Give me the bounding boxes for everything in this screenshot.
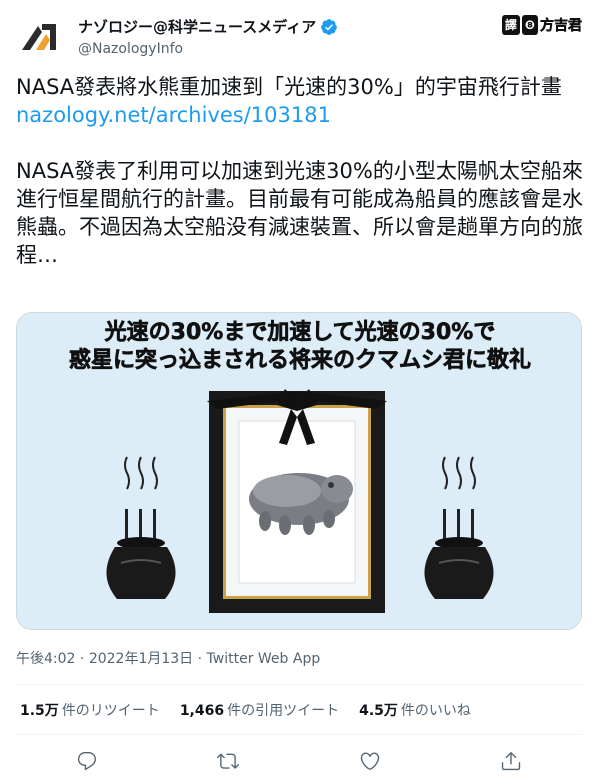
tweet-meta: 午後4:02 · 2022年1月13日 · Twitter Web App (16, 648, 320, 668)
tweet-source[interactable]: Twitter Web App (207, 651, 321, 667)
tweet-stats: 1.5万 件のリツイート 1,466 件の引用ツイート 4.5万 件のいいね (20, 700, 471, 720)
like-count[interactable]: 4.5万 件のいいね (359, 700, 471, 720)
tweet-actions (16, 744, 582, 778)
meta-separator: · (79, 651, 85, 667)
share-icon (502, 752, 521, 771)
tweet-date[interactable]: 2022年1月13日 (89, 651, 193, 667)
media-caption-line2: 惑星に突っ込まされる将来のクマムシ君に敬礼 (69, 347, 531, 373)
tweet-media-image[interactable]: 光速の30%まで加速して光速の30%で 惑星に突っ込まされる将来のクマムシ君に敬… (16, 312, 582, 630)
display-name-text: ナゾロジー@科学ニュースメディア (78, 18, 317, 36)
retweet-button[interactable] (211, 744, 245, 778)
handle[interactable]: @NazologyInfo (78, 41, 338, 57)
share-button[interactable] (494, 744, 528, 778)
tweet-time[interactable]: 午後4:02 (16, 651, 75, 667)
watermark: 譯 ❽ 方吉君 (501, 14, 583, 36)
verified-badge-icon (321, 18, 338, 35)
display-name[interactable]: ナゾロジー@科学ニュースメディア (78, 16, 338, 37)
tweet-body: NASA發表了利用可以加速到光速30%的小型太陽帆太空船來進行恒星間航行的計畫。… (16, 159, 583, 267)
article-link[interactable]: nazology.net/archives/103181 (16, 101, 584, 129)
like-button[interactable] (353, 744, 387, 778)
tweet-header: ナゾロジー@科学ニュースメディア @NazologyInfo 譯 ❽ 方吉君 (16, 14, 582, 62)
avatar[interactable] (16, 14, 62, 60)
tweet-text: NASA發表將水熊重加速到「光速的30%」的宇宙飛行計畫 nazology.ne… (16, 73, 584, 269)
reply-icon (77, 752, 96, 771)
tweet-title-line: NASA發表將水熊重加速到「光速的30%」的宇宙飛行計畫 (16, 75, 562, 99)
divider (16, 684, 582, 685)
reply-button[interactable] (70, 744, 104, 778)
meta-separator-2: · (197, 651, 203, 667)
nazology-logo-icon (22, 24, 56, 50)
watermark-box: 譯 (501, 15, 520, 35)
watermark-text: 方吉君 (540, 18, 583, 35)
media-caption-line1: 光速の30%まで加速して光速の30%で (104, 319, 496, 345)
divider-2 (16, 734, 582, 735)
quote-count[interactable]: 1,466 件の引用ツイート (180, 700, 339, 720)
retweet-icon (217, 753, 240, 769)
like-icon (360, 752, 379, 770)
watermark-icon: ❽ (521, 15, 538, 35)
retweet-count[interactable]: 1.5万 件のリツイート (20, 700, 160, 720)
